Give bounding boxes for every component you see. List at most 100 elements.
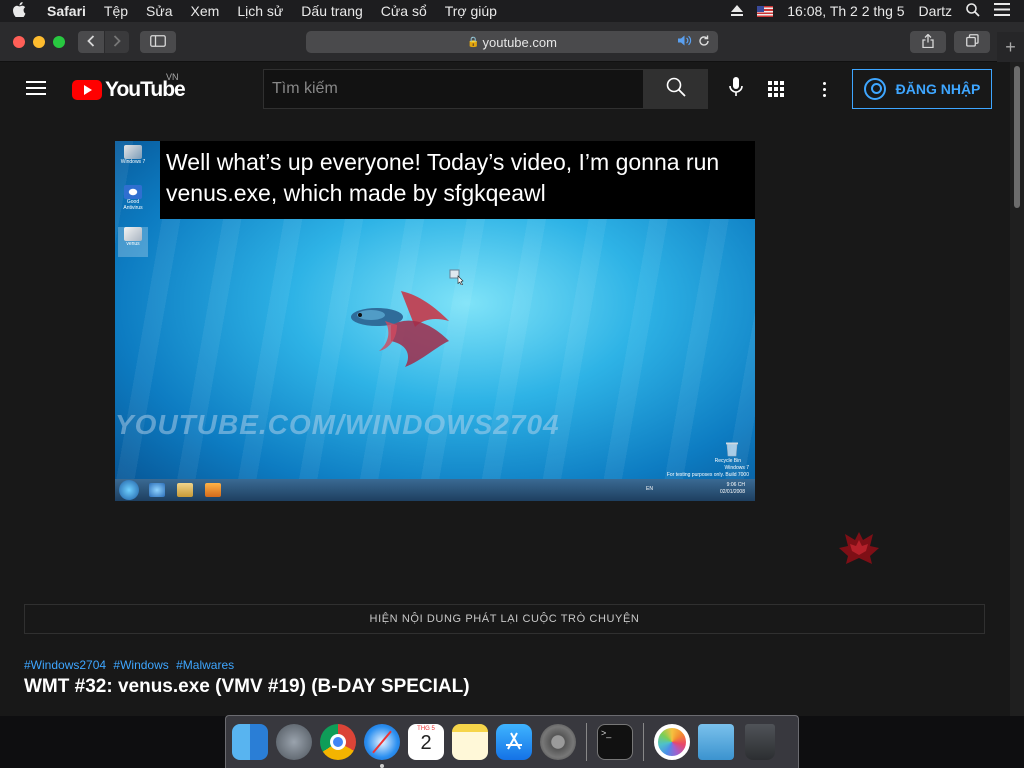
voice-search-button[interactable] xyxy=(722,75,750,103)
search-icon xyxy=(666,77,686,102)
spotlight-search-icon[interactable] xyxy=(966,2,980,20)
photos-icon[interactable] xyxy=(654,724,690,760)
safari-icon[interactable] xyxy=(364,724,400,768)
internet-explorer-icon xyxy=(149,483,165,497)
address-bar[interactable]: 🔒 youtube.com xyxy=(306,31,718,53)
speaker-audio-icon[interactable] xyxy=(678,35,692,49)
app-store-icon[interactable] xyxy=(496,724,532,760)
menubar-user[interactable]: Dartz xyxy=(919,3,952,19)
launchpad-icon[interactable] xyxy=(276,724,312,760)
dock-separator xyxy=(643,723,644,761)
notification-center-icon[interactable] xyxy=(994,3,1010,19)
desktop-icon-label: Windows 7 xyxy=(120,159,146,165)
apple-menu-icon[interactable] xyxy=(0,1,38,21)
tab-overview-button[interactable] xyxy=(954,31,990,53)
input-source-flag-icon[interactable] xyxy=(757,5,774,17)
youtube-header: YouTube VN Tìm kiếm ĐĂNG NHẬP xyxy=(0,62,1010,116)
chevron-left-icon xyxy=(87,34,95,50)
page-scrollbar[interactable] xyxy=(1010,62,1024,716)
trash-icon[interactable] xyxy=(745,724,775,760)
reload-icon[interactable] xyxy=(698,35,710,50)
downloads-folder-icon[interactable] xyxy=(698,724,734,760)
menu-safari[interactable]: Safari xyxy=(38,3,95,19)
desktop-icon-antivirus: Good Antivirus xyxy=(118,185,148,215)
terminal-icon[interactable]: >_ xyxy=(597,724,633,760)
search-input[interactable] xyxy=(263,69,644,109)
menu-file[interactable]: Tệp xyxy=(95,3,137,19)
tray-language: EN xyxy=(646,486,653,492)
menu-view[interactable]: Xem xyxy=(182,3,229,19)
apps-grid-icon[interactable] xyxy=(764,77,788,101)
zoom-window-button[interactable] xyxy=(53,35,65,48)
media-player-icon xyxy=(205,483,221,497)
share-icon xyxy=(922,33,934,51)
video-player[interactable]: Windows 7 Good Antivirus venus Well what… xyxy=(115,141,755,501)
sign-in-button[interactable]: ĐĂNG NHẬP xyxy=(852,69,992,109)
video-title: WMT #32: venus.exe (VMV #19) (B-DAY SPEC… xyxy=(24,676,470,697)
menu-window[interactable]: Cửa sổ xyxy=(372,3,436,19)
share-button[interactable] xyxy=(910,31,946,53)
chrome-icon[interactable] xyxy=(320,724,356,760)
system-preferences-icon[interactable] xyxy=(540,724,576,760)
new-tab-button[interactable]: + xyxy=(997,32,1024,62)
hashtag-list: #Windows2704 #Windows #Malwares xyxy=(24,658,238,672)
channel-watermark: YOUTUBE.COM/WINDOWS2704 xyxy=(115,409,560,440)
more-options-icon[interactable] xyxy=(812,77,836,101)
video-caption: Well what’s up everyone! Today’s video, … xyxy=(160,141,755,219)
scrollbar-thumb[interactable] xyxy=(1014,66,1020,208)
red-wing-emblem-icon xyxy=(839,532,879,564)
safari-toolbar: 🔒 youtube.com xyxy=(0,22,1024,62)
address-url: youtube.com xyxy=(482,34,557,50)
youtube-logo[interactable]: YouTube VN xyxy=(72,72,186,102)
caption-line-2: venus.exe, which made by sfgkqeawl xyxy=(166,180,546,206)
eject-icon[interactable] xyxy=(731,3,744,19)
sign-in-label: ĐĂNG NHẬP xyxy=(895,81,981,97)
calendar-day: 2 xyxy=(420,732,432,754)
hashtag-link[interactable]: #Windows xyxy=(113,658,168,672)
calendar-icon[interactable]: THG 5 2 xyxy=(408,724,444,760)
desktop-icon-venus: venus xyxy=(118,227,148,257)
hashtag-link[interactable]: #Malwares xyxy=(176,658,234,672)
menubar-clock[interactable]: 16:08, Th 2 2 thg 5 xyxy=(787,3,904,19)
forward-button[interactable] xyxy=(105,31,129,53)
recycle-bin-label: Recycle Bin xyxy=(714,458,741,464)
microphone-icon xyxy=(729,76,743,102)
macos-menubar: Safari Tệp Sửa Xem Lịch sử Dấu trang Cửa… xyxy=(0,0,1024,22)
menu-bookmarks[interactable]: Dấu trang xyxy=(292,3,371,19)
menu-help[interactable]: Trợ giúp xyxy=(436,3,506,19)
tabs-icon xyxy=(965,34,979,50)
minimize-window-button[interactable] xyxy=(33,35,45,48)
close-window-button[interactable] xyxy=(13,35,25,48)
finder-icon[interactable] xyxy=(232,724,268,760)
windows-build-note: For testing purposes only. Build 7000 xyxy=(666,472,749,478)
show-chat-replay-button[interactable]: HIỆN NỘI DUNG PHÁT LẠI CUỘC TRÒ CHUYỆN xyxy=(24,604,985,634)
windows-start-orb-icon xyxy=(119,480,139,500)
windows-taskbar: EN 9:06 CH 02/01/2008 xyxy=(115,479,755,501)
desktop-icon-windows7: Windows 7 xyxy=(118,145,148,175)
explorer-folder-icon xyxy=(177,483,193,497)
system-tray: EN 9:06 CH 02/01/2008 xyxy=(646,482,745,496)
betta-fish-wallpaper-icon xyxy=(351,291,449,367)
sidebar-icon xyxy=(150,34,166,50)
search-button[interactable] xyxy=(644,69,708,109)
hamburger-menu-icon[interactable] xyxy=(26,81,46,95)
antivirus-icon xyxy=(124,185,142,199)
computer-icon xyxy=(124,145,142,159)
caption-line-1: Well what’s up everyone! Today’s video, … xyxy=(166,149,720,175)
windows-edition: Windows 7 xyxy=(724,465,749,471)
desktop-icon-label: Good Antivirus xyxy=(123,199,143,211)
notes-icon[interactable] xyxy=(452,724,488,760)
hashtag-link[interactable]: #Windows2704 xyxy=(24,658,106,672)
menu-edit[interactable]: Sửa xyxy=(137,3,182,19)
dock-separator xyxy=(586,723,587,761)
back-button[interactable] xyxy=(78,31,104,53)
sidebar-toggle-button[interactable] xyxy=(140,31,176,53)
executable-icon xyxy=(124,227,142,241)
terminal-prompt: >_ xyxy=(601,728,612,738)
desktop-screen: Safari Tệp Sửa Xem Lịch sử Dấu trang Cửa… xyxy=(0,0,1024,768)
menu-history[interactable]: Lịch sử xyxy=(228,3,292,19)
chevron-right-icon xyxy=(113,34,121,50)
window-controls xyxy=(13,35,65,48)
youtube-play-logo-icon xyxy=(72,80,102,100)
youtube-page: YouTube VN Tìm kiếm ĐĂNG NHẬP Windows 7 … xyxy=(0,62,1010,716)
